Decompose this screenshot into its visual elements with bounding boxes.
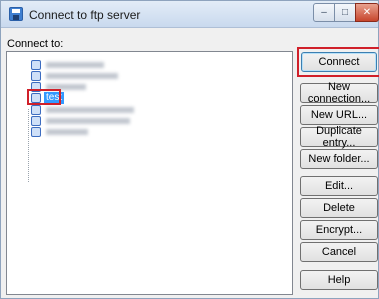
duplicate-entry-button[interactable]: Duplicate entry...	[300, 125, 378, 149]
blurred-label	[46, 107, 134, 113]
save-disk-icon	[9, 7, 23, 21]
maximize-button[interactable]: □	[334, 3, 356, 22]
server-icon	[31, 60, 41, 70]
server-icon	[31, 71, 41, 81]
blurred-label	[46, 73, 118, 79]
connect-button[interactable]: Connect	[301, 52, 377, 72]
server-icon	[31, 127, 41, 137]
new-folder-button[interactable]: New folder...	[300, 149, 378, 169]
server-icon	[31, 116, 41, 126]
edit-button[interactable]: Edit...	[300, 176, 378, 196]
server-tree[interactable]: test	[6, 51, 293, 295]
minimize-button[interactable]: –	[313, 3, 335, 22]
server-icon	[31, 105, 41, 115]
blurred-label	[46, 129, 88, 135]
delete-button[interactable]: Delete	[300, 198, 378, 218]
cancel-button[interactable]: Cancel	[300, 242, 378, 262]
new-connection-button[interactable]: New connection...	[300, 81, 378, 105]
close-button[interactable]: ✕	[355, 3, 379, 22]
blurred-label	[46, 62, 104, 68]
encrypt-button[interactable]: Encrypt...	[300, 220, 378, 240]
help-button[interactable]: Help	[300, 270, 378, 290]
connect-to-label: Connect to:	[7, 38, 64, 50]
blurred-label	[46, 118, 130, 124]
tree-item[interactable]	[31, 126, 88, 138]
dialog-window: Connect to ftp server – □ ✕ Connect to: …	[0, 0, 379, 299]
highlight-annotation-box	[27, 89, 61, 105]
new-url-button[interactable]: New URL...	[300, 105, 378, 125]
tree-connector-line	[28, 109, 29, 182]
title-bar: Connect to ftp server – □ ✕	[1, 1, 379, 28]
window-title: Connect to ftp server	[29, 8, 141, 22]
